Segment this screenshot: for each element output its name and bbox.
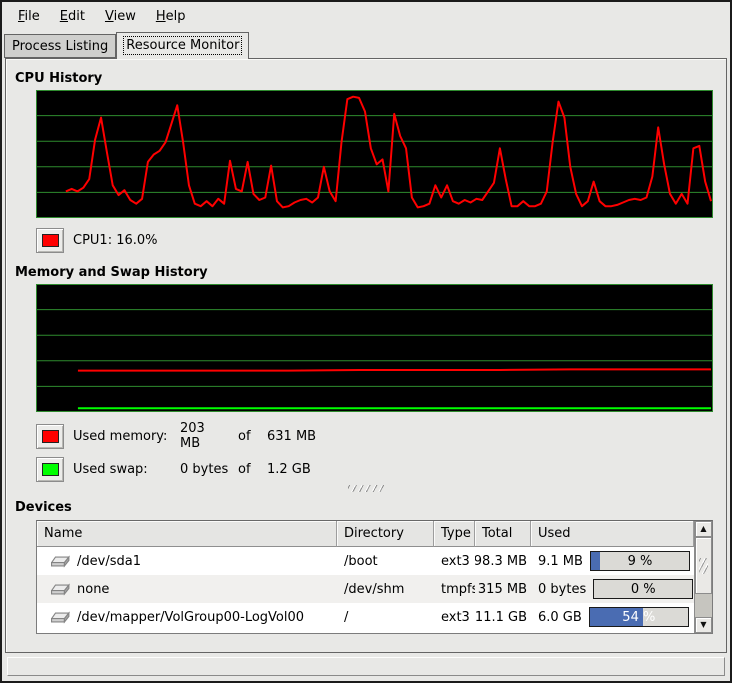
usage-bar-label: 54 % xyxy=(590,608,688,626)
tab-process-listing[interactable]: Process Listing xyxy=(4,34,116,58)
disk-drive-icon xyxy=(51,583,70,596)
table-row[interactable]: /dev/sda1 /boot ext3 98.3 MB 9.1 MB 9 % xyxy=(37,547,694,575)
device-used-cell: 0 bytes 0 % xyxy=(531,575,694,603)
table-row[interactable]: none /dev/shm tmpfs 315 MB 0 bytes 0 % xyxy=(37,575,694,603)
device-type-cell: ext3 xyxy=(434,603,475,631)
usage-bar-label: 9 % xyxy=(591,552,689,570)
device-total-cell: 11.1 GB xyxy=(475,603,531,631)
cpu-history-chart xyxy=(36,90,713,218)
memory-total-value: 631 MB xyxy=(267,429,726,444)
swap-used-value: 0 bytes xyxy=(180,462,229,477)
device-name-cell: /dev/sda1 xyxy=(37,547,337,575)
system-monitor-window: File Edit View Help Process Listing Reso… xyxy=(0,0,732,683)
device-total-cell: 98.3 MB xyxy=(475,547,531,575)
memory-color-swatch xyxy=(42,430,59,443)
table-row[interactable]: /dev/mapper/VolGroup00-LogVol00 / ext3 1… xyxy=(37,603,694,631)
device-type-cell: ext3 xyxy=(434,547,475,575)
swap-of-label: of xyxy=(238,462,258,477)
tab-label: Resource Monitor xyxy=(124,37,241,54)
arrow-up-icon: ▲ xyxy=(700,525,706,533)
column-header-name[interactable]: Name xyxy=(37,521,337,547)
device-type-cell: tmpfs xyxy=(434,575,475,603)
device-directory-cell: / xyxy=(337,603,434,631)
swap-total-value: 1.2 GB xyxy=(267,462,726,477)
scroll-up-button[interactable]: ▲ xyxy=(695,521,712,537)
disk-drive-icon xyxy=(51,555,70,568)
device-name-cell: /dev/mapper/VolGroup00-LogVol00 xyxy=(37,603,337,631)
devices-scrollbar: ▲ ▼ xyxy=(694,521,712,633)
column-header-type[interactable]: Type xyxy=(434,521,475,547)
scrollbar-thumb[interactable] xyxy=(695,537,712,594)
memory-color-button[interactable] xyxy=(36,424,64,449)
device-directory-cell: /boot xyxy=(337,547,434,575)
swap-legend: Used swap: 0 bytes of 1.2 GB xyxy=(36,456,726,482)
devices-table-header: Name Directory Type Total Used xyxy=(37,521,694,547)
memory-used-value: 203 MB xyxy=(180,421,229,451)
device-used-cell: 6.0 GB 54 % xyxy=(531,603,694,631)
status-bar xyxy=(7,657,725,676)
cpu-legend-label: CPU1: 16.0% xyxy=(73,233,726,248)
column-header-used[interactable]: Used xyxy=(531,521,694,547)
menu-file[interactable]: File xyxy=(8,5,50,28)
swap-color-swatch xyxy=(42,463,59,476)
arrow-down-icon: ▼ xyxy=(700,621,706,629)
resource-monitor-page: CPU History CPU1: 16.0% Memory and Swap … xyxy=(5,58,727,653)
usage-bar: 0 % xyxy=(593,579,693,599)
scrollbar-track[interactable] xyxy=(695,594,712,617)
disk-drive-icon xyxy=(51,611,70,624)
memory-of-label: of xyxy=(238,429,258,444)
cpu-legend: CPU1: 16.0% xyxy=(36,227,726,253)
menu-edit[interactable]: Edit xyxy=(50,5,95,28)
menu-bar: File Edit View Help xyxy=(2,2,730,30)
memory-history-title: Memory and Swap History xyxy=(15,265,726,280)
swap-color-button[interactable] xyxy=(36,457,64,482)
scroll-down-button[interactable]: ▼ xyxy=(695,617,712,633)
devices-table: Name Directory Type Total Used /dev/sd xyxy=(36,520,713,634)
device-directory-cell: /dev/shm xyxy=(337,575,434,603)
tab-label: Process Listing xyxy=(12,39,108,54)
memory-history-chart xyxy=(36,284,713,412)
device-total-cell: 315 MB xyxy=(475,575,531,603)
device-name-cell: none xyxy=(37,575,337,603)
usage-bar: 54 % xyxy=(589,607,689,627)
cpu-color-swatch xyxy=(42,234,59,247)
scrollbar-grip xyxy=(699,558,708,574)
devices-table-body: Name Directory Type Total Used /dev/sd xyxy=(37,521,694,633)
menu-view[interactable]: View xyxy=(95,5,146,28)
column-header-total[interactable]: Total xyxy=(475,521,531,547)
device-used-cell: 9.1 MB 9 % xyxy=(531,547,694,575)
memory-legend-label: Used memory: xyxy=(73,429,171,444)
pane-resize-grip[interactable] xyxy=(348,485,384,492)
cpu-history-title: CPU History xyxy=(15,71,726,86)
tab-resource-monitor[interactable]: Resource Monitor xyxy=(116,32,249,59)
column-header-directory[interactable]: Directory xyxy=(337,521,434,547)
devices-title: Devices xyxy=(15,500,726,515)
swap-legend-label: Used swap: xyxy=(73,462,171,477)
memory-legend: Used memory: 203 MB of 631 MB xyxy=(36,421,726,447)
menu-help[interactable]: Help xyxy=(146,5,196,28)
usage-bar-label: 0 % xyxy=(594,580,692,598)
usage-bar: 9 % xyxy=(590,551,690,571)
tab-bar: Process Listing Resource Monitor xyxy=(2,30,730,58)
cpu-color-button[interactable] xyxy=(36,228,64,253)
